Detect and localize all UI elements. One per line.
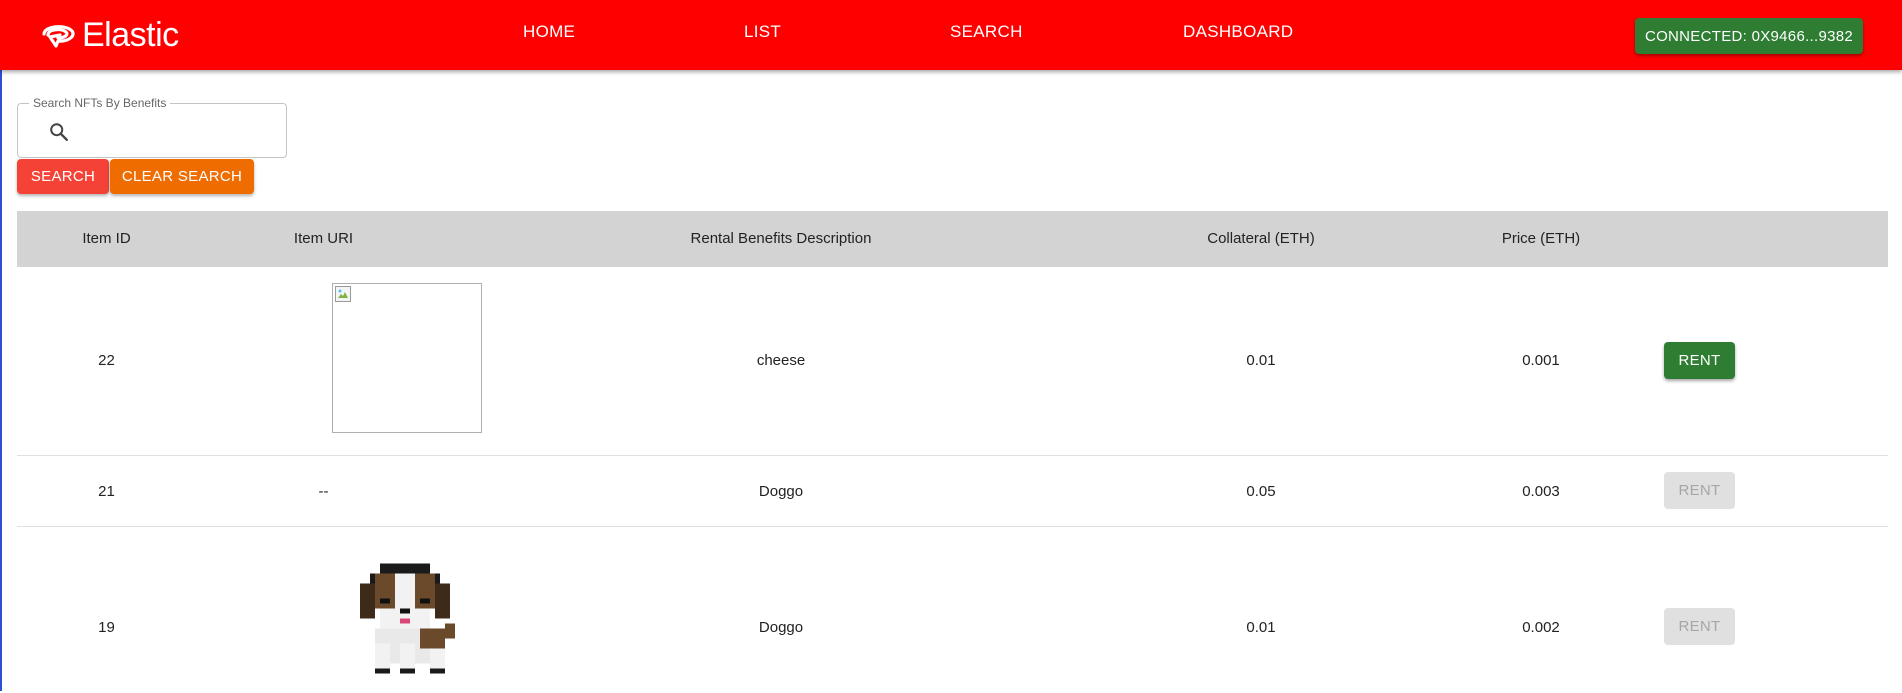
- search-field[interactable]: Search NFTs By Benefits: [17, 96, 287, 158]
- nav-home[interactable]: HOME: [523, 22, 575, 42]
- brand[interactable]: Elastic: [36, 14, 179, 56]
- column-header-item-id: Item ID: [82, 230, 131, 247]
- column-header-item-uri: Item URI: [293, 230, 354, 247]
- item-id-cell: 21: [98, 483, 115, 500]
- item-id-cell: 22: [98, 352, 115, 369]
- benefits-cell: cheese: [756, 352, 806, 369]
- dog-image: [360, 563, 455, 674]
- rent-button[interactable]: RENT: [1664, 342, 1735, 379]
- wallet-connected-button[interactable]: CONNECTED: 0X9466...9382: [1635, 18, 1863, 54]
- benefits-cell: Doggo: [758, 619, 804, 636]
- benefits-cell: Doggo: [758, 483, 804, 500]
- window-edge: [0, 0, 2, 691]
- table-row: 21 -- Doggo 0.05 0.003 RENT: [17, 456, 1888, 527]
- item-id-cell: 19: [98, 619, 115, 636]
- price-cell: 0.003: [1522, 483, 1560, 500]
- search-input[interactable]: [80, 114, 274, 148]
- nav-dashboard[interactable]: DASHBOARD: [1183, 22, 1293, 42]
- table-row: 19 Doggo 0.01 0.002 RENT: [17, 527, 1888, 693]
- rentals-table: Item ID Item URI Rental Benefits Descrip…: [17, 211, 1888, 693]
- nav-search[interactable]: SEARCH: [950, 22, 1023, 42]
- search-icon: [50, 123, 68, 141]
- column-header-collateral: Collateral (ETH): [1207, 230, 1315, 247]
- item-uri-cell: --: [318, 483, 329, 500]
- search-button[interactable]: SEARCH: [17, 159, 109, 194]
- column-header-benefits: Rental Benefits Description: [690, 230, 872, 247]
- nav-list[interactable]: LIST: [744, 22, 781, 42]
- price-cell: 0.001: [1522, 352, 1560, 369]
- rent-button-disabled: RENT: [1664, 472, 1735, 509]
- collateral-cell: 0.01: [1246, 352, 1276, 369]
- brand-logo-icon: [42, 25, 75, 48]
- rent-button-disabled: RENT: [1664, 608, 1735, 645]
- column-header-price: Price (ETH): [1501, 230, 1581, 247]
- collateral-cell: 0.01: [1246, 619, 1276, 636]
- price-cell: 0.002: [1522, 619, 1560, 636]
- clear-search-button[interactable]: CLEAR SEARCH: [110, 159, 254, 194]
- brand-name: Elastic: [82, 15, 179, 54]
- collateral-cell: 0.05: [1246, 483, 1276, 500]
- app-bar: Elastic HOME LIST SEARCH DASHBOARD CONNE…: [0, 0, 1902, 70]
- broken-image-icon: [335, 286, 351, 302]
- table-row: 22 cheese 0.01 0.001 RENT: [17, 267, 1888, 456]
- search-field-label: Search NFTs By Benefits: [29, 96, 171, 110]
- table-header-row: Item ID Item URI Rental Benefits Descrip…: [17, 211, 1888, 267]
